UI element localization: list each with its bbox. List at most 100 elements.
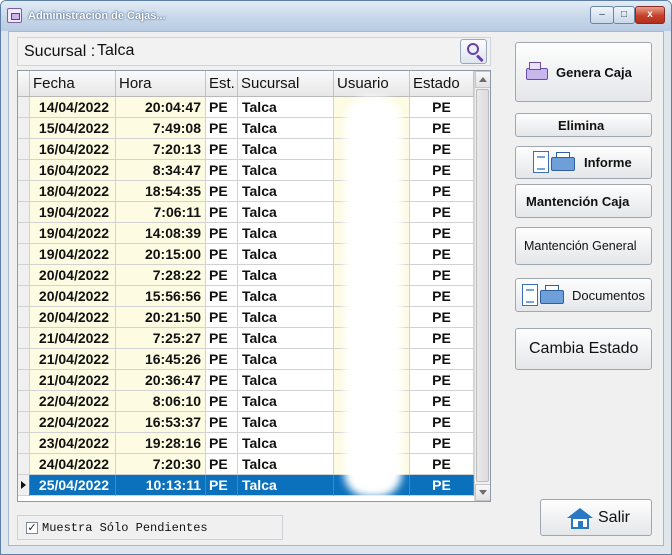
- row-indicator[interactable]: [18, 328, 30, 349]
- cell-hora[interactable]: 15:56:56: [116, 286, 206, 307]
- cell-hora[interactable]: 20:04:47: [116, 97, 206, 118]
- row-indicator[interactable]: [18, 181, 30, 202]
- table-row[interactable]: 20/04/2022 20:21:50 PE Talca PE: [18, 307, 474, 328]
- mantencion-general-button[interactable]: Mantención General: [515, 227, 652, 265]
- cell-estado[interactable]: PE: [410, 328, 474, 349]
- cell-est[interactable]: PE: [206, 202, 238, 223]
- cell-hora[interactable]: 7:20:30: [116, 454, 206, 475]
- cell-hora[interactable]: 16:45:26: [116, 349, 206, 370]
- cell-est[interactable]: PE: [206, 265, 238, 286]
- row-indicator[interactable]: [18, 244, 30, 265]
- cell-hora[interactable]: 20:15:00: [116, 244, 206, 265]
- table-row[interactable]: 21/04/2022 7:25:27 PE Talca PE: [18, 328, 474, 349]
- cell-estado[interactable]: PE: [410, 202, 474, 223]
- table-row-selected[interactable]: 25/04/2022 10:13:11 PE Talca PE: [18, 475, 474, 496]
- cell-sucursal[interactable]: Talca: [238, 433, 334, 454]
- table-row[interactable]: 14/04/2022 20:04:47 PE Talca PE: [18, 97, 474, 118]
- cell-estado[interactable]: PE: [410, 370, 474, 391]
- elimina-button[interactable]: Elimina: [515, 113, 652, 137]
- cash-sessions-grid[interactable]: Fecha Hora Est. Sucursal Usuario Estado …: [17, 70, 491, 502]
- cell-estado[interactable]: PE: [410, 307, 474, 328]
- table-row[interactable]: 21/04/2022 16:45:26 PE Talca PE: [18, 349, 474, 370]
- cell-sucursal[interactable]: Talca: [238, 475, 334, 496]
- row-indicator[interactable]: [18, 160, 30, 181]
- row-indicator[interactable]: [18, 412, 30, 433]
- row-indicator[interactable]: [18, 118, 30, 139]
- cell-sucursal[interactable]: Talca: [238, 265, 334, 286]
- cell-est[interactable]: PE: [206, 328, 238, 349]
- cell-fecha[interactable]: 23/04/2022: [30, 433, 116, 454]
- cell-estado[interactable]: PE: [410, 97, 474, 118]
- cell-sucursal[interactable]: Talca: [238, 286, 334, 307]
- row-indicator[interactable]: [18, 97, 30, 118]
- row-indicator[interactable]: [18, 454, 30, 475]
- row-indicator[interactable]: [18, 433, 30, 454]
- cell-sucursal[interactable]: Talca: [238, 223, 334, 244]
- cell-hora[interactable]: 8:06:10: [116, 391, 206, 412]
- vertical-scrollbar[interactable]: [474, 71, 490, 501]
- cell-est[interactable]: PE: [206, 181, 238, 202]
- cell-estado[interactable]: PE: [410, 181, 474, 202]
- cell-hora[interactable]: 20:21:50: [116, 307, 206, 328]
- row-indicator[interactable]: [18, 349, 30, 370]
- cell-fecha[interactable]: 15/04/2022: [30, 118, 116, 139]
- cell-estado[interactable]: PE: [410, 265, 474, 286]
- cell-est[interactable]: PE: [206, 349, 238, 370]
- table-row[interactable]: 19/04/2022 14:08:39 PE Talca PE: [18, 223, 474, 244]
- cell-fecha[interactable]: 19/04/2022: [30, 202, 116, 223]
- table-row[interactable]: 23/04/2022 19:28:16 PE Talca PE: [18, 433, 474, 454]
- cell-estado[interactable]: PE: [410, 475, 474, 496]
- table-row[interactable]: 18/04/2022 18:54:35 PE Talca PE: [18, 181, 474, 202]
- cell-fecha[interactable]: 21/04/2022: [30, 328, 116, 349]
- table-row[interactable]: 22/04/2022 8:06:10 PE Talca PE: [18, 391, 474, 412]
- cell-estado[interactable]: PE: [410, 433, 474, 454]
- cell-fecha[interactable]: 22/04/2022: [30, 391, 116, 412]
- cell-fecha[interactable]: 21/04/2022: [30, 370, 116, 391]
- pending-only-label[interactable]: Muestra Sólo Pendientes: [42, 521, 208, 535]
- table-row[interactable]: 19/04/2022 20:15:00 PE Talca PE: [18, 244, 474, 265]
- cell-estado[interactable]: PE: [410, 244, 474, 265]
- cell-hora[interactable]: 7:49:08: [116, 118, 206, 139]
- cell-hora[interactable]: 18:54:35: [116, 181, 206, 202]
- cell-est[interactable]: PE: [206, 454, 238, 475]
- cell-est[interactable]: PE: [206, 118, 238, 139]
- cell-fecha[interactable]: 20/04/2022: [30, 307, 116, 328]
- cell-est[interactable]: PE: [206, 244, 238, 265]
- table-row[interactable]: 20/04/2022 7:28:22 PE Talca PE: [18, 265, 474, 286]
- row-indicator[interactable]: [18, 286, 30, 307]
- cell-est[interactable]: PE: [206, 307, 238, 328]
- genera-caja-button[interactable]: Genera Caja: [515, 42, 652, 102]
- pending-only-checkbox[interactable]: ✓: [26, 522, 38, 534]
- cell-fecha[interactable]: 21/04/2022: [30, 349, 116, 370]
- cell-est[interactable]: PE: [206, 412, 238, 433]
- header-est[interactable]: Est.: [206, 71, 238, 96]
- cell-hora[interactable]: 7:25:27: [116, 328, 206, 349]
- search-button[interactable]: [460, 39, 487, 64]
- cell-hora[interactable]: 14:08:39: [116, 223, 206, 244]
- cell-hora[interactable]: 7:06:11: [116, 202, 206, 223]
- cell-hora[interactable]: 7:20:13: [116, 139, 206, 160]
- cell-sucursal[interactable]: Talca: [238, 139, 334, 160]
- cell-sucursal[interactable]: Talca: [238, 202, 334, 223]
- documentos-button[interactable]: Documentos: [515, 278, 652, 312]
- header-usuario[interactable]: Usuario: [334, 71, 410, 96]
- row-indicator[interactable]: [18, 370, 30, 391]
- cell-estado[interactable]: PE: [410, 412, 474, 433]
- cell-sucursal[interactable]: Talca: [238, 307, 334, 328]
- cell-hora[interactable]: 7:28:22: [116, 265, 206, 286]
- table-row[interactable]: 16/04/2022 7:20:13 PE Talca PE: [18, 139, 474, 160]
- cell-est[interactable]: PE: [206, 97, 238, 118]
- table-row[interactable]: 21/04/2022 20:36:47 PE Talca PE: [18, 370, 474, 391]
- scroll-up-button[interactable]: [475, 71, 490, 88]
- row-indicator[interactable]: [18, 223, 30, 244]
- cell-fecha[interactable]: 24/04/2022: [30, 454, 116, 475]
- table-row[interactable]: 16/04/2022 8:34:47 PE Talca PE: [18, 160, 474, 181]
- row-indicator[interactable]: [18, 139, 30, 160]
- cell-fecha[interactable]: 20/04/2022: [30, 286, 116, 307]
- cell-est[interactable]: PE: [206, 286, 238, 307]
- cell-est[interactable]: PE: [206, 433, 238, 454]
- cell-estado[interactable]: PE: [410, 391, 474, 412]
- row-indicator[interactable]: [18, 202, 30, 223]
- cell-hora[interactable]: 19:28:16: [116, 433, 206, 454]
- header-fecha[interactable]: Fecha: [30, 71, 116, 96]
